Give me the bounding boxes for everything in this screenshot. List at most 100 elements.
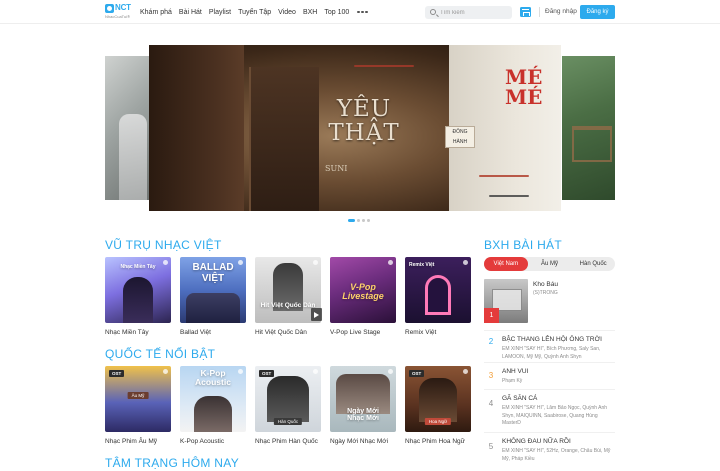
chart-rank: 1 bbox=[484, 308, 499, 323]
main-nav: Khám phá Bài Hát Playlist Tuyển Tập Vide… bbox=[140, 0, 368, 24]
slide-scribble bbox=[479, 175, 529, 177]
tab-viet-nam[interactable]: Việt Nam bbox=[484, 257, 528, 271]
chart-rank: 2 bbox=[488, 337, 494, 346]
chart-song-artist[interactable]: EM XINH "SAY HI", Lâm Bảo Ngọc, Quỳnh An… bbox=[502, 405, 614, 428]
chart-song-title[interactable]: GÃ SĂN CÁ bbox=[502, 395, 537, 402]
cover-arch bbox=[425, 275, 451, 315]
cover-title: Remix Việt bbox=[409, 262, 435, 268]
nct-badge-icon bbox=[313, 260, 318, 265]
nav-tuyen-tap[interactable]: Tuyển Tập bbox=[238, 9, 271, 16]
search-box bbox=[425, 6, 512, 19]
chart-song-title[interactable]: KHÔNG ĐAU NỮA RỒI bbox=[502, 438, 571, 445]
logo-tagline: NhacCuaTui® bbox=[105, 14, 131, 19]
cover-tag: Hàn Quốc bbox=[273, 418, 303, 425]
cover-title: K-Pop Acoustic bbox=[195, 368, 231, 387]
slider-dot[interactable] bbox=[357, 219, 360, 222]
playlist-card[interactable]: OST Âu Mỹ Nhạc Phim Âu Mỹ bbox=[105, 366, 171, 445]
bxh-title[interactable]: BXH BÀI HÁT bbox=[484, 238, 562, 252]
more-dots-icon[interactable] bbox=[357, 10, 368, 14]
hero-slide[interactable]: YÊU THẬT SUNI ĐÔNG HÀNH MÉ MÉ bbox=[149, 45, 561, 211]
card-label: Ballad Việt bbox=[180, 329, 211, 336]
playlist-cover: Remix Việt bbox=[405, 257, 471, 323]
nct-badge-icon bbox=[463, 260, 468, 265]
chart-row[interactable]: 5 KHÔNG ĐAU NỮA RỒI EM XINH "SAY HI", 52… bbox=[484, 432, 615, 471]
card-label: Hit Việt Quốc Dân bbox=[255, 329, 307, 336]
slider-dot[interactable] bbox=[348, 219, 355, 222]
tab-han-quoc[interactable]: Hàn Quốc bbox=[571, 257, 615, 271]
chart-song-title[interactable]: ANH VUI bbox=[502, 368, 528, 375]
playlist-card[interactable]: BALLAD VIỆT Ballad Việt bbox=[180, 257, 246, 336]
carousel-next-icon[interactable] bbox=[311, 308, 322, 321]
upload-icon[interactable] bbox=[520, 7, 531, 17]
cover-tag: Hoa Ngữ bbox=[424, 418, 452, 425]
bxh-tabs: Việt Nam Âu Mỹ Hàn Quốc bbox=[484, 257, 615, 271]
nct-logo[interactable]: NCT NhacCuaTui® bbox=[105, 3, 135, 21]
chart-song-artist[interactable]: EM XINH "SAY HI", Bích Phương, Saly San,… bbox=[502, 346, 614, 361]
ost-badge: OST bbox=[109, 370, 125, 377]
cover-figure bbox=[186, 293, 240, 323]
header-divider bbox=[539, 7, 540, 17]
nct-badge-icon bbox=[388, 369, 393, 374]
chart-row[interactable]: 3 ANH VUI Phạm Kỳ bbox=[484, 362, 615, 388]
playlist-cover: V-Pop Livestage bbox=[330, 257, 396, 323]
slide-next-preview[interactable] bbox=[562, 56, 615, 200]
slide-wall-text: MÉ MÉ bbox=[505, 65, 543, 109]
playlist-card[interactable]: OST Hoa Ngữ Nhạc Phim Hoa Ngữ bbox=[405, 366, 471, 445]
cover-title: V-Pop Livestage bbox=[342, 282, 384, 302]
card-label: Nhạc Phim Hoa Ngữ bbox=[405, 438, 465, 445]
cover-title: Nhạc Miền Tây bbox=[120, 264, 156, 270]
section-title-tam-trang[interactable]: TÂM TRẠNG HÔM NAY bbox=[105, 456, 239, 470]
cover-tag: Âu Mỹ bbox=[127, 392, 149, 399]
chart-top-item[interactable]: 1 Kho Báu (S)TRONG bbox=[484, 279, 615, 323]
slide-scribble bbox=[489, 195, 529, 197]
playlist-cover: Ngày Mới Nhạc Mới bbox=[330, 366, 396, 432]
logo-mark-icon bbox=[105, 4, 114, 13]
tab-au-my[interactable]: Âu Mỹ bbox=[528, 257, 572, 271]
playlist-card[interactable]: Ngày Mới Nhạc Mới Ngày Mới Nhạc Mới bbox=[330, 366, 396, 445]
playlist-card[interactable]: Nhạc Miền Tây Nhạc Miền Tây bbox=[105, 257, 171, 336]
cover-title: Ngày Mới Nhạc Mới bbox=[347, 408, 379, 423]
cover-figure bbox=[419, 378, 457, 422]
slider-dot[interactable] bbox=[367, 219, 370, 222]
slide-scribble bbox=[354, 65, 414, 67]
chart-song-artist[interactable]: EM XINH "SAY HI", 52Hz, Orange, Châu Bùi… bbox=[502, 448, 614, 463]
chart-rank: 3 bbox=[488, 371, 494, 380]
section-title-quoc-te[interactable]: QUỐC TẾ NỔI BẬT bbox=[105, 347, 215, 361]
nav-bai-hat[interactable]: Bài Hát bbox=[179, 9, 202, 16]
chart-rank: 5 bbox=[488, 442, 494, 451]
playlist-cover: K-Pop Acoustic bbox=[180, 366, 246, 432]
playlist-card[interactable]: K-Pop Acoustic K-Pop Acoustic bbox=[180, 366, 246, 445]
playlist-cover: OST Hoa Ngữ bbox=[405, 366, 471, 432]
card-label: Ngày Mới Nhạc Mới bbox=[330, 438, 389, 445]
card-label: Nhạc Miền Tây bbox=[105, 329, 149, 336]
playlist-cover: OST Âu Mỹ bbox=[105, 366, 171, 432]
nav-playlist[interactable]: Playlist bbox=[209, 9, 231, 16]
cover-figure bbox=[123, 277, 153, 323]
playlist-card[interactable]: Remix Việt Remix Việt bbox=[405, 257, 471, 336]
slide-sign: ĐÔNG HÀNH bbox=[445, 126, 475, 148]
chart-song-title[interactable]: Kho Báu bbox=[533, 281, 558, 288]
card-label: Remix Việt bbox=[405, 329, 437, 336]
playlist-card[interactable]: OST Hàn Quốc Nhạc Phim Hàn Quốc bbox=[255, 366, 321, 445]
slider-dot[interactable] bbox=[362, 219, 365, 222]
chart-row[interactable]: 4 GÃ SĂN CÁ EM XINH "SAY HI", Lâm Bảo Ng… bbox=[484, 389, 615, 431]
search-icon[interactable] bbox=[430, 9, 436, 15]
playlist-card[interactable]: V-Pop Livestage V-Pop Live Stage bbox=[330, 257, 396, 336]
nav-video[interactable]: Video bbox=[278, 9, 296, 16]
card-label: K-Pop Acoustic bbox=[180, 438, 225, 445]
slide-title: YÊU THẬT bbox=[328, 96, 400, 146]
section-title-vu-tru[interactable]: VŨ TRỤ NHẠC VIỆT bbox=[105, 238, 222, 252]
signup-button[interactable]: Đăng ký bbox=[580, 5, 615, 19]
nav-top-100[interactable]: Top 100 bbox=[324, 9, 349, 16]
login-link[interactable]: Đăng nhập bbox=[545, 8, 577, 15]
ost-badge: OST bbox=[259, 370, 275, 377]
slide-prev-preview[interactable] bbox=[105, 56, 149, 200]
playlist-card[interactable]: Hit Việt Quốc Dân Hit Việt Quốc Dân bbox=[255, 257, 321, 336]
nav-kham-pha[interactable]: Khám phá bbox=[140, 9, 172, 16]
chart-row[interactable]: 2 BẬC THANG LÊN HỘI ÔNG TRỜI EM XINH "SA… bbox=[484, 330, 615, 360]
chart-song-artist[interactable]: (S)TRONG bbox=[533, 290, 558, 296]
chart-song-title[interactable]: BẬC THANG LÊN HỘI ÔNG TRỜI bbox=[502, 336, 602, 343]
nav-bxh[interactable]: BXH bbox=[303, 9, 317, 16]
chart-song-artist[interactable]: Phạm Kỳ bbox=[502, 378, 614, 386]
search-input[interactable] bbox=[440, 6, 510, 19]
